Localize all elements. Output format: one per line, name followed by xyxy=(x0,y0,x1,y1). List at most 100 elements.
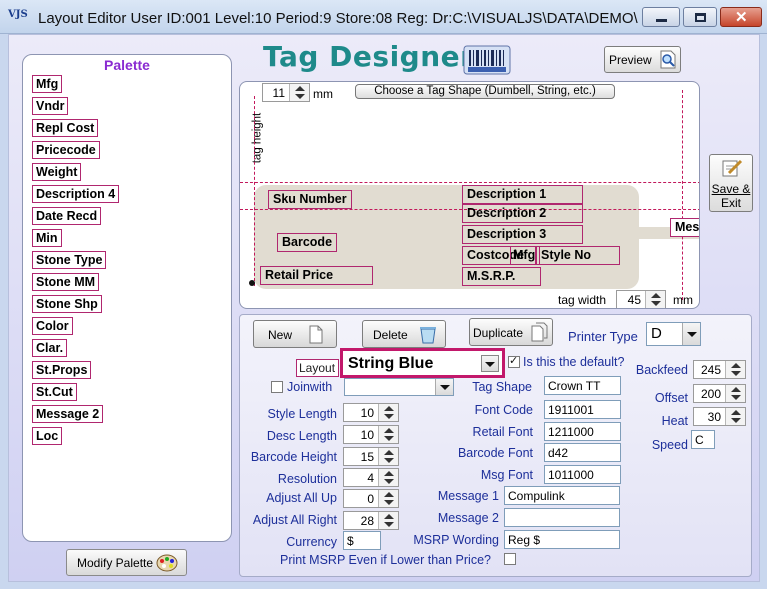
field-style-no[interactable]: Style No xyxy=(536,246,620,265)
msg-font-field[interactable]: 1011000 xyxy=(544,465,621,484)
offset-spin-arrows[interactable] xyxy=(725,385,745,402)
palette-item-min[interactable]: Min xyxy=(32,229,62,247)
minimize-button[interactable] xyxy=(642,7,680,27)
field-description-3[interactable]: Description 3 xyxy=(462,225,583,244)
new-button[interactable]: New xyxy=(253,320,337,348)
palette-item-stone-shp[interactable]: Stone Shp xyxy=(32,295,102,313)
default-checkbox[interactable] xyxy=(508,354,520,368)
backfeed-stepper[interactable]: 245 xyxy=(693,360,746,379)
save-exit-line2: Exit xyxy=(720,196,741,210)
adjust-all-right-label: Adjust All Right xyxy=(252,513,337,527)
field-description-1[interactable]: Description 1 xyxy=(462,185,583,204)
tag-height-stepper[interactable]: 11 xyxy=(262,83,310,102)
adjust-all-up-spin-arrows[interactable] xyxy=(378,490,398,507)
heat-stepper[interactable]: 30 xyxy=(693,407,746,426)
adjust-all-up-stepper[interactable]: 0 xyxy=(343,489,399,508)
palette-item-date-recd[interactable]: Date Recd xyxy=(32,207,102,225)
adjust-all-up-value: 0 xyxy=(367,492,374,506)
field-barcode[interactable]: Barcode xyxy=(277,233,338,252)
adjust-all-right-stepper[interactable]: 28 xyxy=(343,511,399,530)
barcode-font-field[interactable]: d42 xyxy=(544,443,621,462)
new-label: New xyxy=(268,328,293,342)
resolution-label: Resolution xyxy=(277,472,337,486)
heat-spin-arrows[interactable] xyxy=(725,408,745,425)
palette-item-stone-type[interactable]: Stone Type xyxy=(32,251,107,269)
message1-field[interactable]: Compulink xyxy=(504,486,620,505)
message1-label: Message 1 xyxy=(437,489,499,503)
guide-line-right xyxy=(682,90,683,300)
save-exit-button[interactable]: Save & Exit xyxy=(709,154,753,212)
palette-title: Palette xyxy=(104,57,150,73)
tag-height-spin-arrows[interactable] xyxy=(289,84,309,101)
palette-item-st-props[interactable]: St.Props xyxy=(32,361,92,379)
chevron-down-icon[interactable] xyxy=(481,355,499,372)
field-sku-number[interactable]: Sku Number xyxy=(268,190,352,209)
palette-item-vndr[interactable]: Vndr xyxy=(32,97,69,115)
delete-label: Delete xyxy=(373,328,408,342)
resolution-spin-arrows[interactable] xyxy=(378,469,398,486)
palette-item-description-4[interactable]: Description 4 xyxy=(32,185,120,203)
currency-field[interactable]: $ xyxy=(343,531,381,550)
style-length-spin-arrows[interactable] xyxy=(378,404,398,421)
joinwith-checkbox[interactable] xyxy=(271,381,283,393)
palette-item-clar[interactable]: Clar. xyxy=(32,339,68,357)
heat-label: Heat xyxy=(661,414,688,428)
retail-font-field[interactable]: 1211000 xyxy=(544,422,621,441)
guide-line-left xyxy=(254,96,255,286)
joinwith-label: Joinwith xyxy=(287,380,333,394)
tag-width-spin-arrows[interactable] xyxy=(645,291,665,308)
palette-item-repl-cost[interactable]: Repl Cost xyxy=(32,119,99,137)
adjust-all-right-spin-arrows[interactable] xyxy=(378,512,398,529)
barcode-height-stepper[interactable]: 15 xyxy=(343,447,399,466)
delete-button[interactable]: Delete xyxy=(362,320,446,348)
speed-field[interactable]: C xyxy=(691,430,715,449)
print-msrp-label: Print MSRP Even if Lower than Price? xyxy=(280,553,491,567)
palette-item-loc[interactable]: Loc xyxy=(32,427,63,445)
preview-button[interactable]: Preview xyxy=(604,46,681,73)
print-msrp-checkbox[interactable] xyxy=(504,553,516,565)
desc-length-label: Desc Length xyxy=(266,429,337,443)
font-code-field[interactable]: 1911001 xyxy=(544,400,621,419)
tag-width-unit: mm xyxy=(673,293,693,307)
palette-item-pricecode[interactable]: Pricecode xyxy=(32,141,100,159)
field-message-1[interactable]: Message 1 xyxy=(670,218,699,237)
duplicate-button[interactable]: Duplicate xyxy=(469,318,553,346)
close-icon: ✕ xyxy=(735,9,748,26)
field-msrp[interactable]: M.S.R.P. xyxy=(462,267,541,286)
style-length-label: Style Length xyxy=(267,407,338,421)
tag-design-canvas[interactable]: 11 mm Choose a Tag Shape (Dumbell, Strin… xyxy=(239,81,700,309)
chevron-down-icon[interactable] xyxy=(682,323,700,345)
field-retail-price[interactable]: Retail Price xyxy=(260,266,373,285)
palette-item-weight[interactable]: Weight xyxy=(32,163,82,181)
barcode-font-label: Barcode Font xyxy=(457,446,533,460)
palette-item-stone-mm[interactable]: Stone MM xyxy=(32,273,100,291)
resolution-stepper[interactable]: 4 xyxy=(343,468,399,487)
offset-stepper[interactable]: 200 xyxy=(693,384,746,403)
desc-length-stepper[interactable]: 10 xyxy=(343,425,399,444)
style-length-stepper[interactable]: 10 xyxy=(343,403,399,422)
barcode-height-spin-arrows[interactable] xyxy=(378,448,398,465)
tag-shape-field[interactable]: Crown TT xyxy=(544,376,621,395)
retail-font-label: Retail Font xyxy=(472,425,533,439)
msrp-wording-field[interactable]: Reg $ xyxy=(504,530,620,549)
desc-length-spin-arrows[interactable] xyxy=(378,426,398,443)
message2-field[interactable] xyxy=(504,508,620,527)
palette-item-message-2[interactable]: Message 2 xyxy=(32,405,104,423)
backfeed-spin-arrows[interactable] xyxy=(725,361,745,378)
printer-type-select[interactable]: D xyxy=(646,322,701,346)
modify-palette-button[interactable]: Modify Palette xyxy=(66,549,187,576)
palette-item-color[interactable]: Color xyxy=(32,317,73,335)
tag-width-stepper[interactable]: 45 xyxy=(616,290,666,308)
layout-label: Layout xyxy=(296,359,339,377)
field-description-2[interactable]: Description 2 xyxy=(462,204,583,223)
maximize-button[interactable] xyxy=(683,7,717,27)
trash-icon xyxy=(420,327,436,344)
palette-item-mfg[interactable]: Mfg xyxy=(32,75,63,93)
app-icon: VJS xyxy=(8,9,28,20)
choose-tag-shape-button[interactable]: Choose a Tag Shape (Dumbell, String, etc… xyxy=(355,84,615,99)
close-button[interactable]: ✕ xyxy=(720,7,762,27)
palette-item-st-cut[interactable]: St.Cut xyxy=(32,383,77,401)
new-document-icon xyxy=(309,325,323,344)
title-bar: VJS Layout Editor User ID:001 Level:10 P… xyxy=(0,0,767,34)
layout-select[interactable]: String Blue xyxy=(340,348,505,378)
